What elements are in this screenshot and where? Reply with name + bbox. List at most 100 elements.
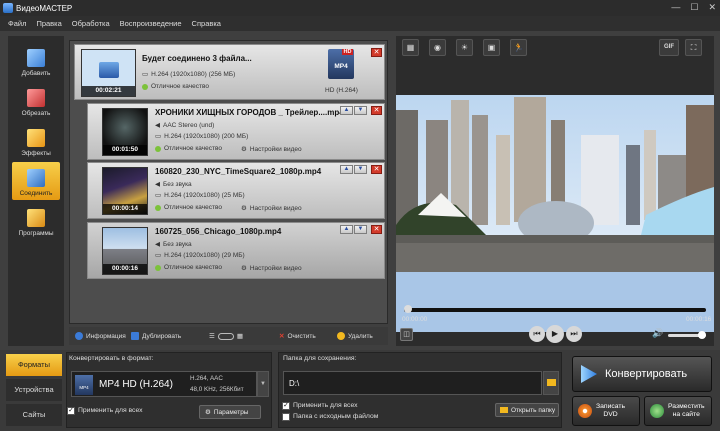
tab-formats[interactable]: Форматы (6, 354, 62, 376)
format-selector[interactable]: MP4 MP4 HD (H.264) H.264, AAC 48,0 KHz, … (71, 371, 257, 397)
film-effect-icon[interactable]: ▦ (402, 39, 419, 56)
menu-bar: Файл Правка Обработка Воспроизведение Сп… (0, 16, 720, 31)
menu-processing[interactable]: Обработка (72, 19, 110, 28)
video-settings-link[interactable]: ⚙ Настройки видео (241, 204, 302, 213)
camera-icon[interactable]: ◉ (429, 39, 446, 56)
close-icon[interactable]: ✕ (708, 2, 716, 13)
join-icon (27, 169, 45, 187)
browse-folder-button[interactable] (543, 371, 559, 395)
merged-format: HD (H.264) (325, 87, 358, 94)
convert-button[interactable]: Конвертировать (572, 356, 712, 392)
toggle-switch[interactable] (217, 332, 234, 340)
volume-slider[interactable] (668, 331, 706, 339)
gif-button[interactable]: GIF (659, 39, 679, 56)
sidebar-effects[interactable]: Эффекты (12, 122, 60, 160)
sidebar-add[interactable]: Добавить (12, 42, 60, 80)
seek-bar[interactable] (404, 305, 706, 313)
params-button[interactable]: ⚙ Параметры (199, 405, 261, 419)
menu-playback[interactable]: Воспроизведение (120, 19, 182, 28)
move-up-button[interactable]: ▲ (340, 106, 353, 115)
delete-button[interactable]: Удалить (337, 332, 373, 340)
cut-icon (27, 89, 45, 107)
video-settings-link[interactable]: ⚙ Настройки видео (241, 145, 302, 154)
merged-title: Будет соединено 3 файла... (142, 54, 252, 63)
programs-icon (27, 209, 45, 227)
duplicate-icon (131, 332, 139, 340)
prev-frame-button[interactable]: ⏮ (529, 326, 545, 342)
sidebar-programs[interactable]: Программы (12, 202, 60, 240)
save-path-input[interactable]: D:\ (283, 371, 542, 395)
burn-dvd-button[interactable]: Записать DVD (572, 396, 640, 426)
merged-item[interactable]: 00:02:21 Будет соединено 3 файла... ▭ H.2… (74, 44, 385, 100)
left-sidebar: Добавить Обрезать Эффекты Соединить Прог… (8, 36, 64, 346)
list-toolbar: Информация Дублировать ☰ ▦ ✕ Очистить Удал… (69, 327, 388, 345)
quality-icon (155, 145, 161, 152)
current-time: 00:00:00 (402, 316, 428, 323)
fullscreen-icon[interactable]: ⛶ (685, 39, 702, 56)
speed-icon[interactable]: 🏃 (510, 39, 527, 56)
duplicate-button[interactable]: Дублировать (131, 332, 181, 340)
volume-icon[interactable]: 🔊 (652, 328, 663, 339)
tab-sites[interactable]: Сайты (6, 404, 62, 426)
move-down-button[interactable]: ▼ (354, 165, 367, 174)
move-down-button[interactable]: ▼ (354, 106, 367, 115)
publish-site-button[interactable]: Разместить на сайте (644, 396, 712, 426)
sound-icon: ◀ (155, 241, 160, 248)
format-dropdown-arrow[interactable]: ▼ (257, 371, 269, 397)
video-preview (396, 95, 714, 332)
play-button[interactable]: ▶ (546, 325, 564, 343)
brightness-icon[interactable]: ☀ (456, 39, 473, 56)
move-up-button[interactable]: ▲ (340, 225, 353, 234)
video-settings-link[interactable]: ⚙ Настройки видео (241, 264, 302, 273)
save-apply-all-checkbox[interactable]: ✓ (282, 402, 290, 410)
title-bar: ВидеоМАСТЕР — ☐ ✕ (0, 0, 720, 16)
minimize-icon[interactable]: — (671, 2, 680, 13)
menu-edit[interactable]: Правка (36, 19, 61, 28)
menu-help[interactable]: Справка (192, 19, 221, 28)
effects-icon (27, 129, 45, 147)
volume-knob[interactable] (698, 331, 706, 339)
menu-file[interactable]: Файл (8, 19, 26, 28)
quality-icon (155, 204, 161, 211)
clip-item-3[interactable]: 00:00:16 160725_056_Chicago_1080p.mp4 ◀ Б… (87, 222, 385, 279)
remove-clip-button[interactable]: ✕ (371, 106, 382, 115)
remove-clip-button[interactable]: ✕ (371, 165, 382, 174)
remove-clip-button[interactable]: ✕ (371, 225, 382, 234)
view-toggle[interactable]: ☰ ▦ (209, 332, 243, 340)
seek-knob[interactable] (404, 305, 412, 313)
info-button[interactable]: Информация (75, 332, 126, 340)
sidebar-join[interactable]: Соединить (12, 162, 60, 200)
mp4-icon: MP4 (75, 375, 93, 395)
next-frame-button[interactable]: ⏭ (566, 326, 582, 342)
clip-thumbnail: 00:01:50 (102, 108, 148, 156)
tab-devices[interactable]: Устройства (6, 379, 62, 401)
info-icon (75, 332, 83, 340)
maximize-icon[interactable]: ☐ (690, 2, 698, 13)
snapshot-icon[interactable]: ◫ (400, 328, 413, 341)
clip-item-1[interactable]: 00:01:50 ХРОНИКИ ХИЩНЫХ ГОРОДОВ _ Трейле… (87, 103, 385, 160)
convert-icon (581, 365, 597, 383)
sidebar-cut[interactable]: Обрезать (12, 82, 60, 120)
gear-icon: ⚙ (205, 409, 211, 416)
apply-all-checkbox[interactable]: ✓ (67, 407, 75, 415)
clip-item-2[interactable]: 00:00:14 160820_230_NYC_TimeSquare2_1080… (87, 162, 385, 219)
folder-icon (547, 379, 556, 386)
source-folder-checkbox[interactable] (282, 413, 290, 421)
format-panel: Конвертировать в формат: MP4 MP4 HD (H.2… (66, 352, 272, 428)
remove-merged-button[interactable]: ✕ (371, 48, 382, 57)
window-title: ВидеоМАСТЕР (16, 3, 73, 13)
preview-panel: ▦ ◉ ☀ ▣ 🏃 GIF ⛶ 00:00:00 00:00:16 ◫ ⏮ ▶ … (396, 36, 714, 346)
folder-icon (500, 407, 508, 413)
clip-thumbnail: 00:00:16 (102, 227, 148, 275)
open-folder-button[interactable]: Открыть папку (495, 403, 559, 417)
video-icon: ▭ (155, 252, 162, 259)
move-up-button[interactable]: ▲ (340, 165, 353, 174)
quality-icon (155, 264, 161, 271)
clear-button[interactable]: ✕ Очистить (279, 332, 316, 341)
dvd-icon (578, 404, 592, 418)
rotate-icon[interactable]: ▣ (483, 39, 500, 56)
gear-icon: ⚙ (241, 265, 247, 272)
globe-icon (650, 404, 664, 418)
list-view-icon: ☰ (209, 333, 215, 340)
move-down-button[interactable]: ▼ (354, 225, 367, 234)
